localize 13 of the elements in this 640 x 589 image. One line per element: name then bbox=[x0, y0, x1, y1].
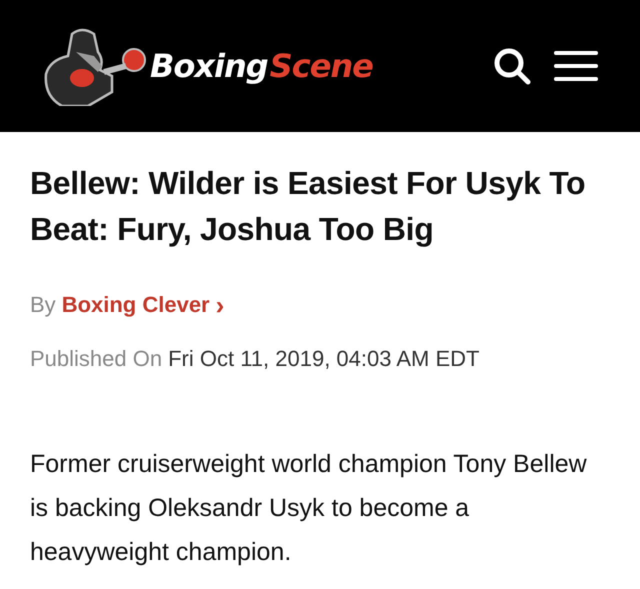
logo-text: Boxing bbox=[150, 47, 268, 85]
chevron-icon[interactable]: › bbox=[216, 294, 224, 316]
byline-label: By bbox=[30, 292, 56, 318]
menu-button[interactable] bbox=[554, 50, 598, 82]
published-label: Published On bbox=[30, 346, 162, 372]
search-button[interactable] bbox=[492, 46, 532, 86]
search-icon bbox=[492, 46, 532, 86]
logo-text: Scene bbox=[270, 47, 373, 85]
article-paragraph: Former cruiserweight world champion Tony Bellew is backing Oleksandr Usyk to become a heavyweight champion. bbox=[30, 449, 588, 568]
author-link[interactable]: Boxing Clever bbox=[62, 292, 210, 318]
published-date: Fri Oct 11, 2019, 04:03 AM EDT bbox=[168, 346, 480, 372]
article-title: Bellew: Wilder is Easiest For Usyk To Beat: Fury, Joshua Too Big bbox=[30, 164, 586, 249]
menu-icon bbox=[554, 50, 598, 82]
